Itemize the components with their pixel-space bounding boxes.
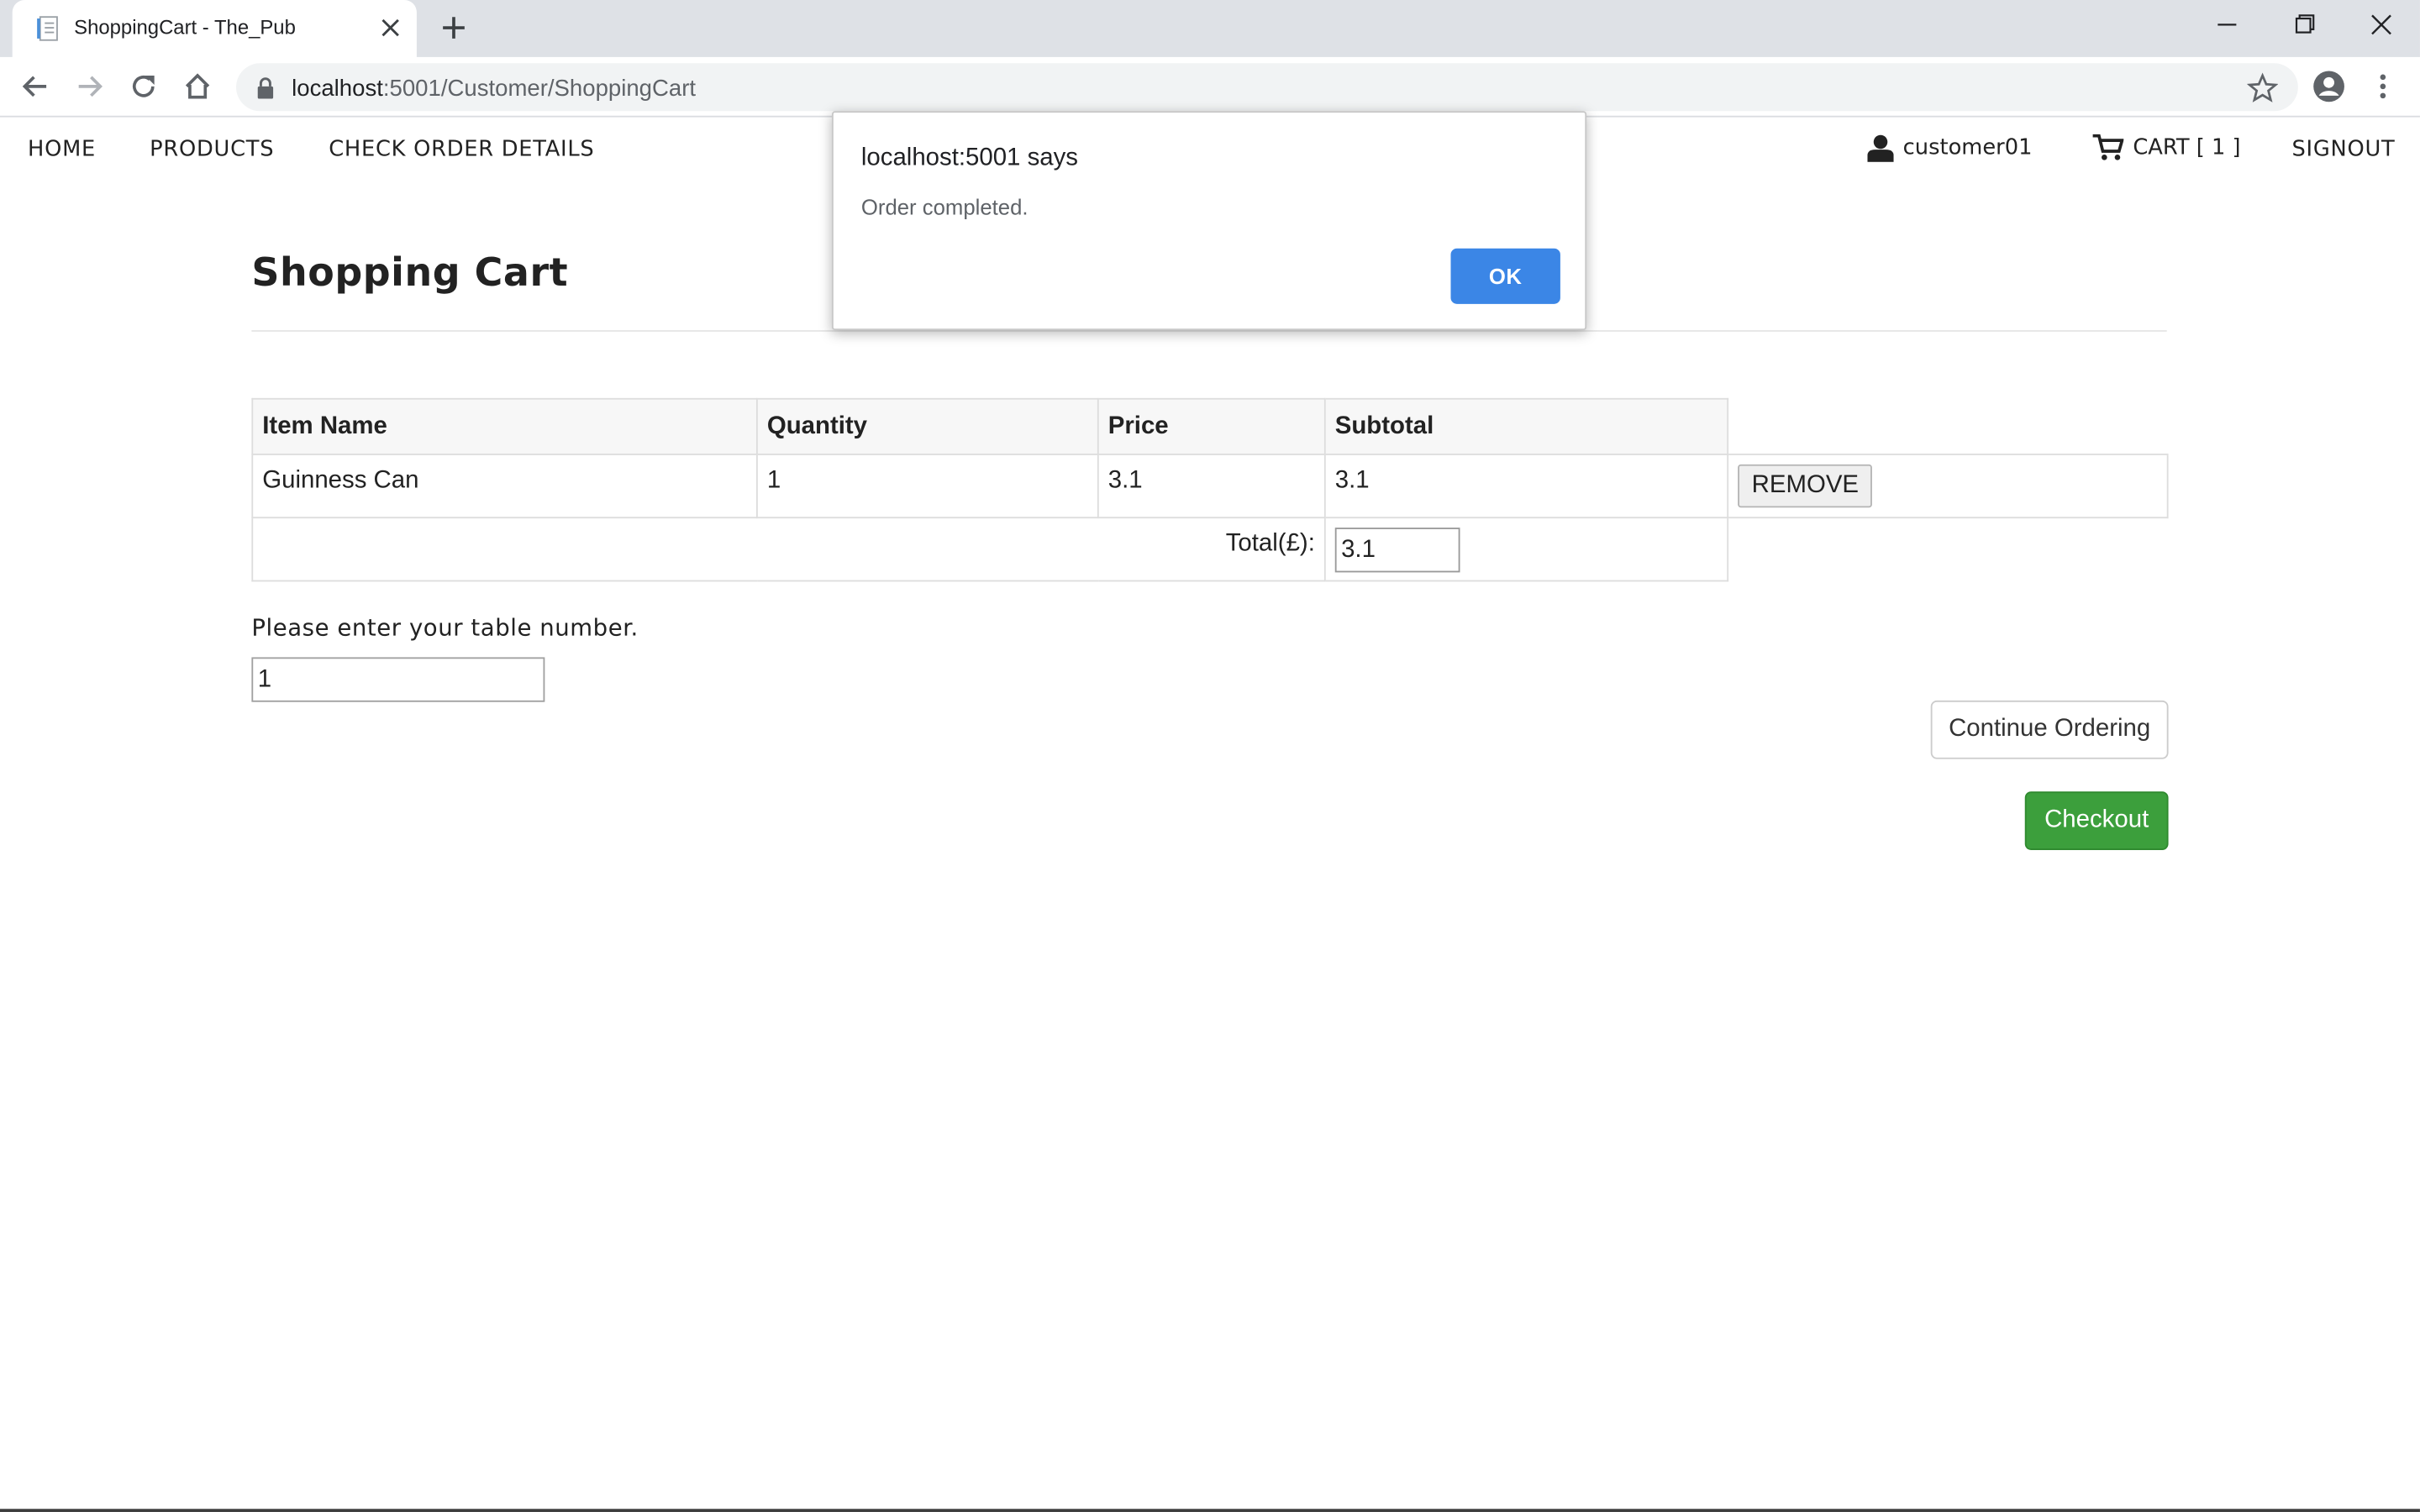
dialog-title: localhost:5001 says	[860, 144, 1078, 171]
continue-ordering-button[interactable]: Continue Ordering	[1930, 700, 2169, 759]
taskbar-edge	[0, 1509, 2420, 1512]
nav-cart[interactable]: CART [ 1 ]	[2092, 134, 2241, 162]
column-header-empty	[1727, 398, 2168, 455]
plus-icon[interactable]	[439, 13, 470, 44]
address-bar[interactable]: localhost:5001/Customer/ShoppingCart	[236, 63, 2298, 112]
page-title: Shopping Cart	[251, 249, 569, 295]
forward-icon[interactable]	[74, 71, 105, 102]
divider	[251, 330, 2167, 332]
cart-table: Item Name Quantity Price Subtotal Guinne…	[251, 397, 2169, 582]
window-close-icon[interactable]	[2363, 9, 2400, 43]
user-icon	[1867, 134, 1894, 162]
column-header: Quantity	[755, 397, 1099, 455]
restore-icon[interactable]	[2286, 9, 2323, 43]
back-icon[interactable]	[20, 71, 51, 102]
profile-icon[interactable]	[2312, 70, 2345, 103]
total-row: Total(£):	[251, 517, 2168, 582]
price-cell: 3.1	[1097, 453, 1326, 519]
table-number-input[interactable]	[251, 657, 545, 702]
tab-title: ShoppingCart - The_Pub	[74, 15, 296, 39]
item-name-cell: Guinness Can	[251, 453, 758, 519]
browser-toolbar: localhost:5001/Customer/ShoppingCart	[0, 56, 2420, 118]
nav-products[interactable]: PRODUCTS	[150, 137, 274, 161]
table-number-label: Please enter your table number.	[251, 614, 639, 643]
checkout-button[interactable]: Checkout	[2024, 791, 2169, 851]
quantity-cell: 1	[755, 453, 1099, 519]
lock-icon[interactable]	[256, 77, 275, 99]
column-header: Subtotal	[1323, 397, 1729, 455]
cart-icon	[2092, 134, 2124, 160]
alert-dialog: localhost:5001 says Order completed. OK	[831, 111, 1587, 331]
table-row: Guinness Can 1 3.1 3.1 REMOVE	[251, 453, 2169, 519]
dialog-message: Order completed.	[860, 194, 1028, 219]
browser-tab[interactable]: ShoppingCart - The_Pub	[12, 0, 417, 57]
minimize-icon[interactable]	[2208, 9, 2245, 43]
document-icon	[37, 16, 58, 41]
nav-user[interactable]: customer01	[1867, 134, 2032, 162]
total-field[interactable]	[1334, 528, 1460, 573]
empty-cell	[1728, 517, 2168, 581]
cart-label: CART [ 1 ]	[2133, 135, 2241, 161]
username-label: customer01	[1902, 135, 2033, 161]
star-icon[interactable]	[2247, 72, 2278, 103]
menu-icon[interactable]	[2367, 71, 2398, 102]
subtotal-cell: 3.1	[1323, 453, 1729, 519]
column-header: Price	[1097, 397, 1326, 455]
home-icon[interactable]	[182, 71, 213, 102]
tab-strip: ShoppingCart - The_Pub	[0, 0, 2420, 57]
reload-icon[interactable]	[128, 71, 159, 102]
total-label: Total(£):	[251, 517, 1326, 582]
action-cell: REMOVE	[1727, 453, 2169, 519]
column-header: Item Name	[251, 397, 758, 455]
ok-button[interactable]: OK	[1450, 248, 1560, 304]
url-text: localhost:5001/Customer/ShoppingCart	[292, 75, 697, 102]
total-cell	[1323, 517, 1729, 582]
nav-signout[interactable]: SIGNOUT	[2291, 137, 2395, 161]
close-icon[interactable]	[376, 14, 404, 42]
nav-home[interactable]: HOME	[28, 137, 96, 161]
remove-button[interactable]: REMOVE	[1738, 464, 1873, 508]
nav-check-order-details[interactable]: CHECK ORDER DETAILS	[329, 137, 594, 161]
table-header-row: Item Name Quantity Price Subtotal	[251, 397, 2168, 455]
